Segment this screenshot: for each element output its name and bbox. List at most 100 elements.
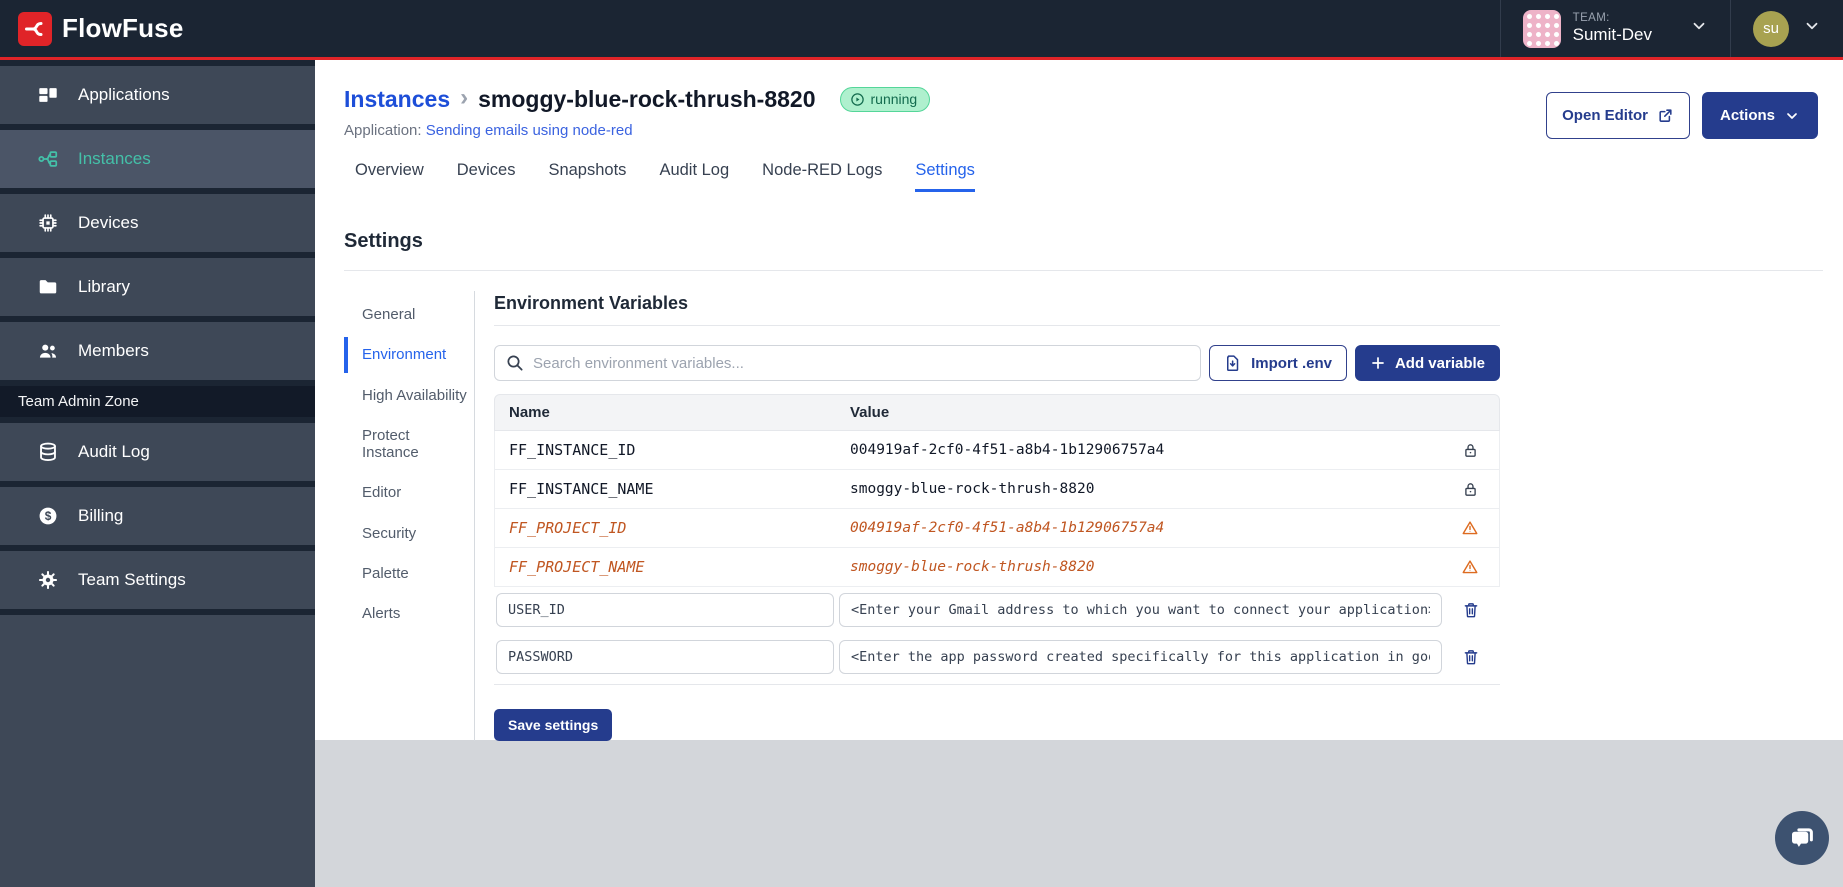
sidebar-item-instances[interactable]: Instances [0,130,315,188]
trash-icon [1464,603,1478,618]
sidebar-item-label: Devices [78,213,139,232]
team-label: TEAM: [1572,12,1610,25]
sidebar-item-library[interactable]: Library [0,258,315,316]
sidebar-item-devices[interactable]: Devices [0,194,315,252]
team-name: Sumit-Dev [1572,25,1652,45]
folder-icon [36,276,60,298]
sidebar-item-label: Billing [78,506,124,525]
team-avatar [1522,9,1561,48]
user-avatar: su [1753,10,1789,47]
external-link-icon [1659,109,1672,122]
environment-panel: Environment Variables Search environment… [494,291,1500,741]
tab-audit-log[interactable]: Audit Log [659,161,729,192]
svg-text:$: $ [45,509,52,523]
subnav-general[interactable]: General [344,297,474,332]
sidebar-item-applications[interactable]: Applications [0,66,315,124]
delete-variable-button[interactable] [1460,646,1482,668]
column-name: Name [509,404,550,421]
add-variable-button[interactable]: Add variable [1354,345,1500,381]
tab-devices[interactable]: Devices [457,161,516,192]
search-input[interactable] [494,345,1202,381]
save-settings-button[interactable]: Save settings [494,709,613,741]
brand[interactable]: FlowFuse [18,11,184,46]
subnav-protect-instance[interactable]: Protect Instance [344,418,474,471]
subnav-high-availability[interactable]: High Availability [344,378,474,413]
sidebar-item-label: Library [78,277,130,296]
gear-icon [36,569,60,591]
subnav-alerts[interactable]: Alerts [344,596,474,631]
instances-icon [36,148,60,170]
table-row: FF_INSTANCE_NAME smoggy-blue-rock-thrush… [494,470,1500,509]
chat-widget-button[interactable] [1775,811,1829,865]
applications-icon [36,84,60,106]
variable-name-input[interactable] [496,640,834,674]
warning-icon [1462,560,1478,574]
application-link[interactable]: Sending emails using node-red [426,122,633,139]
users-icon [36,340,60,362]
status-badge: running [839,87,931,112]
instance-name: smoggy-blue-rock-thrush-8820 [478,86,816,112]
sidebar-item-label: Team Settings [78,570,186,589]
column-value: Value [850,404,890,421]
sidebar-item-label: Applications [78,85,170,104]
actions-button[interactable]: Actions [1701,92,1818,139]
variable-value-input[interactable] [839,640,1442,674]
application-label: Application: [344,122,422,139]
tab-node-red-logs[interactable]: Node-RED Logs [762,161,882,192]
sidebar: Applications Instances Devices Library M… [0,60,315,887]
sidebar-item-audit-log[interactable]: Audit Log [0,423,315,481]
lock-icon [1464,443,1476,457]
chevron-down-icon [1803,17,1821,40]
sidebar-section-team-admin-zone: Team Admin Zone [0,386,315,417]
settings-subnav: General Environment High Availability Pr… [344,291,475,741]
sidebar-item-team-settings[interactable]: Team Settings [0,551,315,609]
table-row: FF_PROJECT_NAME smoggy-blue-rock-thrush-… [494,548,1500,587]
sidebar-item-label: Audit Log [78,442,150,461]
chip-icon [36,212,60,234]
tab-settings[interactable]: Settings [915,161,975,192]
dollar-icon: $ [36,505,60,527]
tab-snapshots[interactable]: Snapshots [548,161,626,192]
sidebar-item-members[interactable]: Members [0,322,315,380]
document-download-icon [1227,355,1239,371]
database-icon [36,441,60,463]
editable-row [494,634,1500,685]
table-row: FF_INSTANCE_ID 004919af-2cf0-4f51-a8b4-1… [494,431,1500,470]
variable-name-input[interactable] [496,593,834,627]
variable-value-input[interactable] [839,593,1442,627]
delete-variable-button[interactable] [1460,599,1482,621]
sidebar-filler [0,615,315,887]
lock-icon [1464,482,1476,496]
trash-icon [1464,650,1478,665]
page-background [315,740,1843,887]
import-env-button[interactable]: Import .env [1209,345,1347,381]
chevron-down-icon [1690,17,1708,40]
table-header: Name Value [494,394,1500,431]
brand-name: FlowFuse [62,13,184,43]
main-content: Instances › smoggy-blue-rock-thrush-8820… [315,60,1843,741]
env-variables-table: Name Value FF_INSTANCE_ID 004919af-2cf0-… [494,394,1500,685]
sidebar-item-label: Members [78,341,149,360]
settings-title: Settings [344,230,423,252]
search-icon [507,355,523,371]
panel-title: Environment Variables [494,293,1500,326]
application-line: Application: Sending emails using node-r… [344,122,930,139]
subnav-security[interactable]: Security [344,516,474,551]
tab-overview[interactable]: Overview [355,161,424,192]
flowfuse-logo-icon [18,11,52,46]
sidebar-item-billing[interactable]: $ Billing [0,487,315,545]
breadcrumb-separator: › [460,84,469,111]
subnav-editor[interactable]: Editor [344,475,474,510]
table-row: FF_PROJECT_ID 004919af-2cf0-4f51-a8b4-1b… [494,509,1500,548]
chat-bubbles-icon [1792,828,1813,847]
team-selector[interactable]: TEAM: Sumit-Dev [1499,0,1731,57]
editable-row [494,587,1500,634]
open-editor-button[interactable]: Open Editor [1546,92,1690,139]
subnav-palette[interactable]: Palette [344,556,474,591]
user-menu[interactable]: su [1731,0,1843,57]
divider [344,270,1823,271]
breadcrumb-instances-link[interactable]: Instances [344,86,450,113]
play-circle-icon [850,92,864,106]
chevron-down-icon [1787,112,1797,119]
subnav-environment[interactable]: Environment [344,337,474,373]
